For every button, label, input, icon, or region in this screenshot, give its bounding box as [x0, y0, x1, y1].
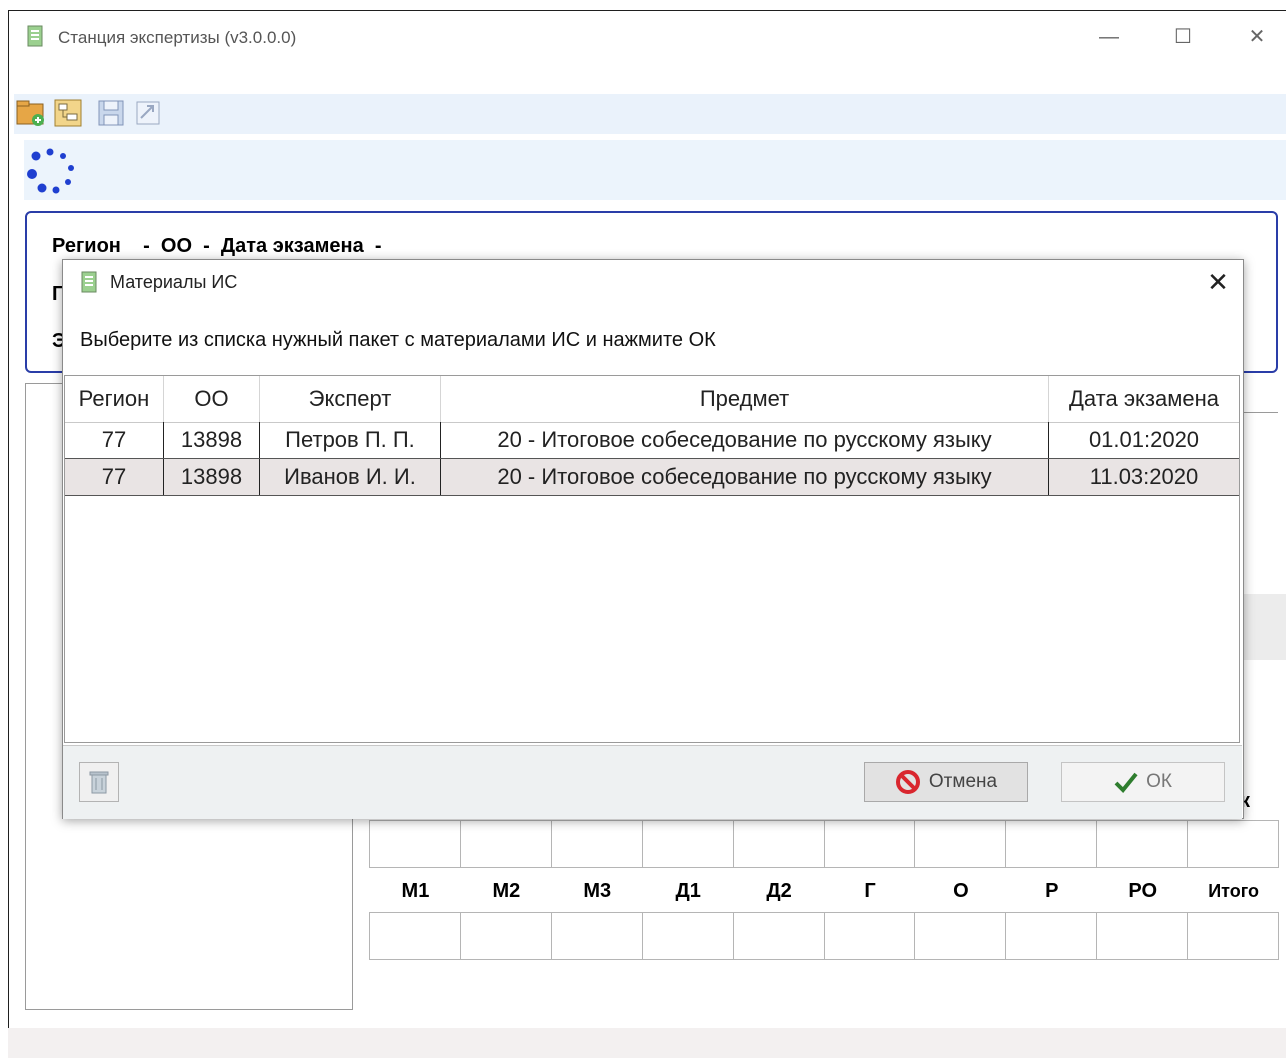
score-label-d1: Д1 — [675, 880, 701, 902]
cell-subject: 20 - Итоговое собеседование по русскому … — [441, 422, 1049, 458]
score-cell[interactable] — [914, 820, 1007, 868]
column-header-region[interactable]: Регион — [65, 376, 164, 422]
export-icon[interactable] — [133, 98, 163, 128]
cancel-button[interactable]: Отмена — [864, 762, 1028, 802]
ok-button[interactable]: ОК — [1061, 762, 1225, 802]
ok-label: ОК — [1146, 771, 1172, 792]
score-cell[interactable] — [823, 912, 916, 960]
loading-spinner-icon — [27, 148, 74, 194]
dialog-app-icon — [81, 271, 97, 293]
score-label-total: Итого — [1208, 881, 1259, 901]
score-label-ro: РО — [1128, 880, 1158, 902]
score-cell[interactable] — [1005, 820, 1098, 868]
column-header-expert[interactable]: Эксперт — [260, 376, 441, 422]
status-band — [24, 140, 1286, 200]
window-title: Станция экспертизы (v3.0.0.0) — [58, 28, 297, 47]
score-labels: М1 М2 М3 Д1 Д2 Г О Р РО Итого — [370, 876, 1279, 906]
cell-exam-date: 11.03:2020 — [1089, 464, 1199, 489]
score-label-d2: Д2 — [766, 880, 792, 902]
app-icon — [27, 25, 43, 47]
score-cell[interactable] — [1096, 820, 1189, 868]
score-cell[interactable] — [369, 820, 461, 868]
score-cell[interactable] — [459, 912, 552, 960]
save-icon[interactable] — [96, 98, 126, 128]
score-row-bottom — [369, 912, 1280, 960]
score-cell[interactable] — [1005, 912, 1098, 960]
dialog-close-button[interactable]: ✕ — [1203, 267, 1233, 297]
cell-exam-date: 01.01:2020 — [1088, 427, 1200, 452]
cell-region: 77 — [65, 422, 164, 458]
cell-subject: 20 - Итоговое собеседование по русскому … — [441, 459, 1049, 495]
score-cell[interactable] — [1187, 912, 1280, 960]
score-label-m3: М3 — [583, 880, 612, 902]
table-row-selected[interactable]: 77 13898 Иванов И. И. 20 - Итоговое собе… — [65, 458, 1239, 496]
score-cell[interactable] — [369, 912, 461, 960]
table-row[interactable]: 77 13898 Петров П. П. 20 - Итоговое собе… — [65, 422, 1239, 459]
info-line-header: Регион - ОО - Дата экзамена - — [52, 235, 382, 257]
cancel-label: Отмена — [928, 771, 998, 792]
table-header: Регион ОО Эксперт Предмет Дата экзамена — [65, 376, 1239, 423]
score-label-m1: М1 — [401, 880, 430, 902]
score-cell[interactable] — [914, 912, 1007, 960]
materials-table: Регион ОО Эксперт Предмет Дата экзамена … — [64, 375, 1240, 743]
tree-icon[interactable] — [53, 98, 83, 128]
minimize-button[interactable]: — — [1092, 22, 1126, 54]
score-row-top — [369, 820, 1280, 868]
divider — [1240, 412, 1278, 413]
score-cell[interactable] — [459, 820, 552, 868]
open-package-icon[interactable] — [16, 98, 46, 128]
score-label-r: Р — [1045, 880, 1059, 902]
column-header-exam-date[interactable]: Дата экзамена — [1049, 376, 1239, 422]
checkmark-icon — [1114, 772, 1138, 793]
score-cell[interactable] — [823, 820, 916, 868]
trash-icon — [89, 771, 109, 794]
cell-oo: 13898 — [164, 459, 260, 495]
cell-expert: Иванов И. И. — [260, 459, 441, 495]
toolbar — [14, 94, 1286, 134]
score-label-g: Г — [864, 880, 876, 902]
score-label-o: О — [953, 880, 969, 902]
score-cell[interactable] — [1096, 912, 1189, 960]
column-header-oo[interactable]: ОО — [164, 376, 260, 422]
score-cell[interactable] — [641, 912, 734, 960]
column-header-subject[interactable]: Предмет — [441, 376, 1049, 422]
score-cell[interactable] — [732, 820, 825, 868]
score-label-m2: М2 — [492, 880, 521, 902]
score-cell[interactable] — [732, 912, 825, 960]
cell-region: 77 — [65, 459, 164, 495]
dialog-title: Материалы ИС — [110, 272, 238, 292]
score-cell[interactable] — [550, 912, 643, 960]
status-bar — [8, 1028, 1286, 1058]
maximize-button[interactable]: ☐ — [1166, 22, 1200, 54]
score-cell[interactable] — [641, 820, 734, 868]
score-cell[interactable] — [550, 820, 643, 868]
score-cell[interactable] — [1187, 820, 1280, 868]
delete-button[interactable] — [79, 762, 119, 802]
cell-oo: 13898 — [164, 422, 260, 458]
side-panel-gray — [1243, 594, 1286, 660]
close-button[interactable]: ✕ — [1240, 22, 1274, 54]
cancel-icon — [895, 770, 920, 794]
dialog-instruction: Выберите из списка нужный пакет с матери… — [80, 329, 716, 351]
cell-expert: Петров П. П. — [260, 422, 441, 458]
